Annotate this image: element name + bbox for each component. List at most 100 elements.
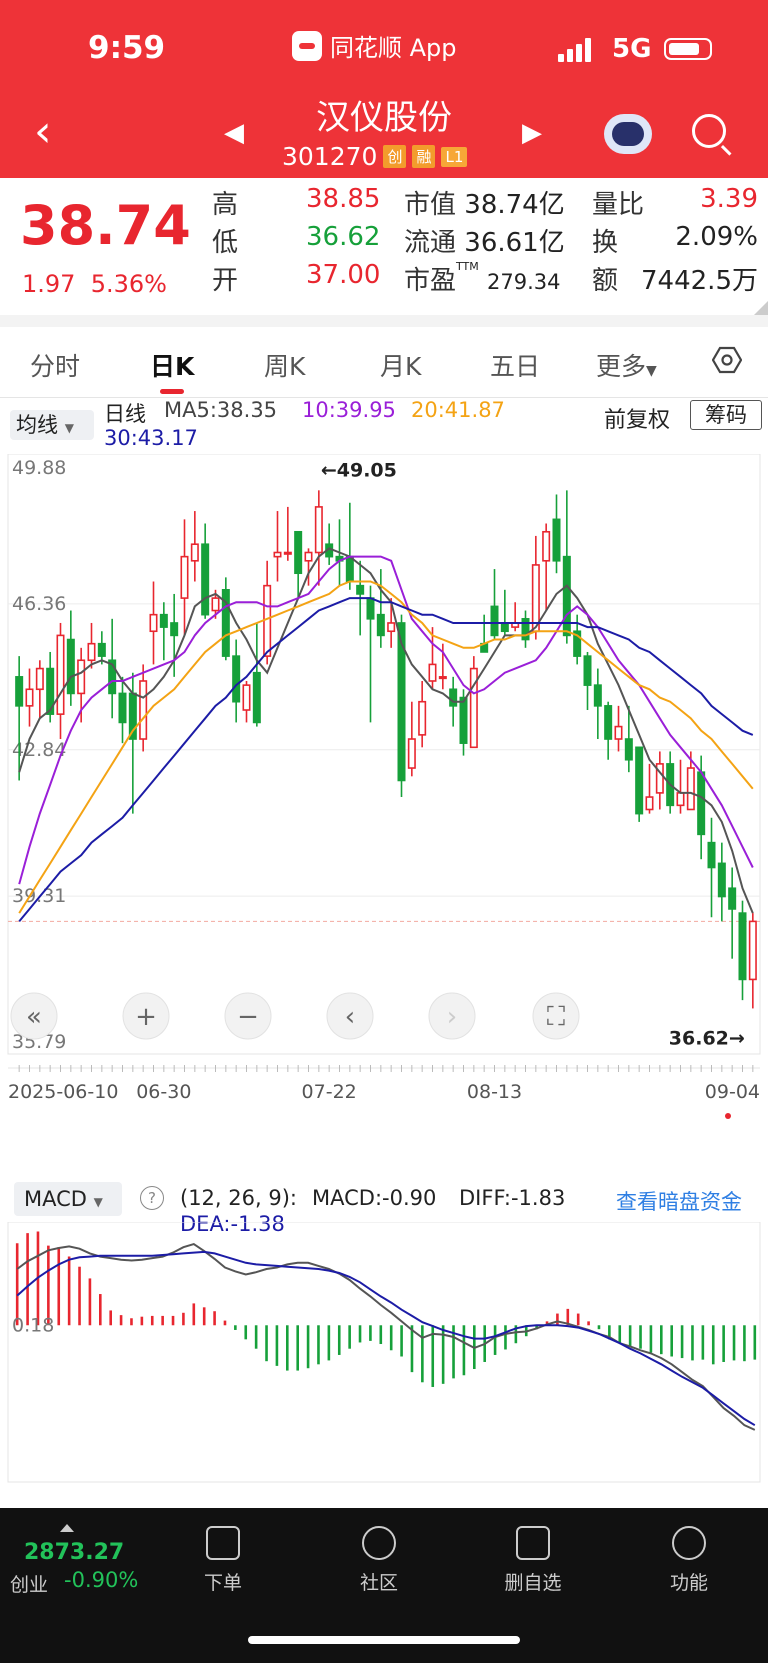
candle: [624, 738, 633, 761]
candle: [428, 663, 437, 682]
search-icon[interactable]: [692, 114, 726, 148]
order-button[interactable]: 下单: [168, 1526, 278, 1595]
network-type: 5G: [612, 34, 652, 64]
candle: [170, 622, 179, 637]
indicator-select-button[interactable]: 均线 ▼: [10, 410, 94, 440]
candle: [25, 688, 34, 707]
adjust-mode[interactable]: 前复权: [604, 402, 670, 434]
community-icon: [362, 1526, 396, 1560]
next-stock-icon[interactable]: ▶: [522, 118, 542, 148]
pe-ratio: 市盈TTM 279.34: [404, 260, 561, 296]
candle: [252, 671, 261, 724]
current-position-dot: [725, 1113, 731, 1119]
remove-watchlist-button[interactable]: 删自选: [478, 1526, 588, 1595]
bottom-bar: 2873.27 创业 -0.90% 下单 社区 删自选 功能: [0, 1508, 768, 1663]
ma5-label: MA5:38.35: [164, 398, 278, 422]
community-button[interactable]: 社区: [324, 1526, 434, 1595]
candle: [356, 584, 365, 595]
candle: [77, 659, 86, 695]
macd-line-diff: [16, 1243, 756, 1431]
float-cap: 流通 36.61亿: [404, 228, 565, 258]
tab-monthly-k[interactable]: 月K: [380, 347, 421, 383]
candle: [118, 692, 127, 724]
max-price-label: ←49.05: [321, 459, 397, 481]
candle: [645, 796, 654, 811]
macd-select-button[interactable]: MACD ▼: [14, 1182, 122, 1216]
index-change: -0.90%: [64, 1568, 139, 1592]
candle: [97, 642, 106, 657]
candle: [697, 771, 706, 836]
robot-assistant-icon[interactable]: [604, 114, 652, 154]
candle: [56, 634, 65, 715]
turnover-value: 2.09%: [675, 222, 758, 252]
app-icon: [292, 30, 322, 61]
candle: [707, 841, 716, 869]
change-pct: 5.36%: [90, 270, 167, 298]
candle: [87, 642, 96, 662]
functions-button[interactable]: 功能: [634, 1526, 744, 1595]
stock-title: 汉仪股份: [316, 98, 452, 138]
settings-icon[interactable]: [712, 345, 742, 375]
macd-value: MACD:-0.90: [312, 1186, 437, 1210]
stat-low: 低: [212, 228, 239, 258]
stock-code-row: 301270 创 融 L1: [282, 142, 468, 171]
tab-weekly-k[interactable]: 周K: [264, 347, 305, 383]
candle: [294, 530, 303, 575]
macd-chart[interactable]: 0.18: [0, 1222, 768, 1484]
candle: [66, 638, 75, 695]
home-indicator: [248, 1636, 520, 1644]
candle: [552, 518, 561, 562]
tab-five-day[interactable]: 五日: [490, 347, 540, 383]
candle: [500, 622, 509, 633]
index-name: 创业: [10, 1574, 49, 1596]
chart-control-icon: «: [26, 1002, 42, 1032]
volume-ratio: 量比: [592, 190, 645, 220]
dark-pool-link[interactable]: 查看暗盘资金: [616, 1186, 742, 1216]
x-tick-label: 06-30: [136, 1081, 191, 1103]
candle: [407, 738, 416, 769]
dropdown-icon: ▼: [93, 1195, 103, 1209]
candle: [273, 551, 282, 558]
candle: [242, 684, 251, 711]
top-header: 9:59 同花顺 App 5G ‹ ◀ 汉仪股份 ▶ 301270 创 融 L1: [0, 0, 768, 178]
candle: [635, 746, 644, 815]
kline-chart[interactable]: 49.8846.3642.8439.3135.79←49.0536.62→« + −…: [0, 454, 768, 1174]
ma10-label: 10:39.95: [302, 398, 396, 422]
tab-daily-k[interactable]: 日K: [150, 347, 194, 383]
last-price: 38.74: [20, 194, 191, 257]
candle: [211, 597, 220, 612]
tab-intraday[interactable]: 分时: [30, 347, 80, 383]
market-cap: 市值 38.74亿: [404, 190, 565, 220]
min-price-label: 36.62→: [669, 1027, 745, 1049]
candle: [438, 676, 447, 680]
order-icon: [206, 1526, 240, 1560]
x-tick-label: 09-04: [705, 1081, 760, 1103]
tag-chuang: 创: [383, 145, 407, 168]
stat-high-value: 38.85: [306, 184, 381, 214]
stock-code: 301270: [282, 142, 378, 171]
help-icon[interactable]: ?: [140, 1186, 164, 1210]
app-indicator[interactable]: 同花顺 App: [292, 28, 457, 63]
candle: [387, 622, 396, 633]
remove-icon: [516, 1526, 550, 1560]
candle: [676, 792, 685, 807]
active-tab-indicator: [160, 389, 184, 394]
signal-icon: [558, 36, 591, 62]
chart-control-icon: ‹: [345, 1002, 355, 1032]
tab-more[interactable]: 更多▼: [596, 347, 657, 383]
chart-control-icon: ⛶: [547, 1002, 565, 1032]
period-label: 日线: [104, 402, 146, 426]
expand-corner-icon[interactable]: [754, 301, 768, 315]
chip-button[interactable]: 筹码: [690, 400, 762, 430]
candle: [449, 688, 458, 707]
battery-icon: [664, 38, 712, 60]
candle: [531, 564, 540, 633]
change-value: 1.97: [22, 270, 76, 298]
y-tick-label: 42.84: [12, 739, 66, 761]
candle: [542, 530, 551, 562]
menu-icon: [672, 1526, 706, 1560]
candle: [686, 767, 695, 811]
volume-ratio-value: 3.39: [700, 184, 758, 214]
candle: [366, 597, 375, 620]
chart-control-icon: −: [237, 1002, 259, 1032]
